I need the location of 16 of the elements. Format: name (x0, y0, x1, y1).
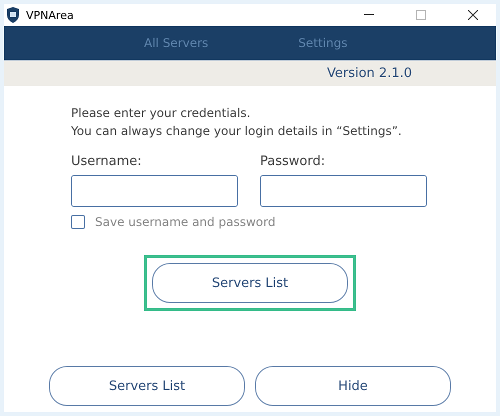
window-title: VPNArea (26, 8, 75, 22)
footer-button[interactable]: Servers List (49, 366, 245, 406)
username-field[interactable] (71, 175, 238, 207)
instruction-text: You can always change your login details in “Settings”. (71, 123, 403, 140)
password-label: Password: (260, 154, 326, 169)
close-icon[interactable] (468, 10, 478, 20)
save-checkbox[interactable] (71, 215, 85, 229)
footer-button[interactable]: Hide (255, 366, 451, 406)
username-label: Username: (71, 154, 143, 169)
minimize-icon[interactable] (364, 14, 374, 16)
version-text: Version 2.1.0 (326, 66, 412, 81)
instruction-text: Please enter your credentials. (71, 105, 252, 122)
servers-list-button[interactable]: Servers List (152, 263, 348, 303)
shield-icon (6, 7, 20, 23)
save-label: Save username and password (95, 215, 276, 229)
password-field[interactable] (260, 175, 427, 207)
